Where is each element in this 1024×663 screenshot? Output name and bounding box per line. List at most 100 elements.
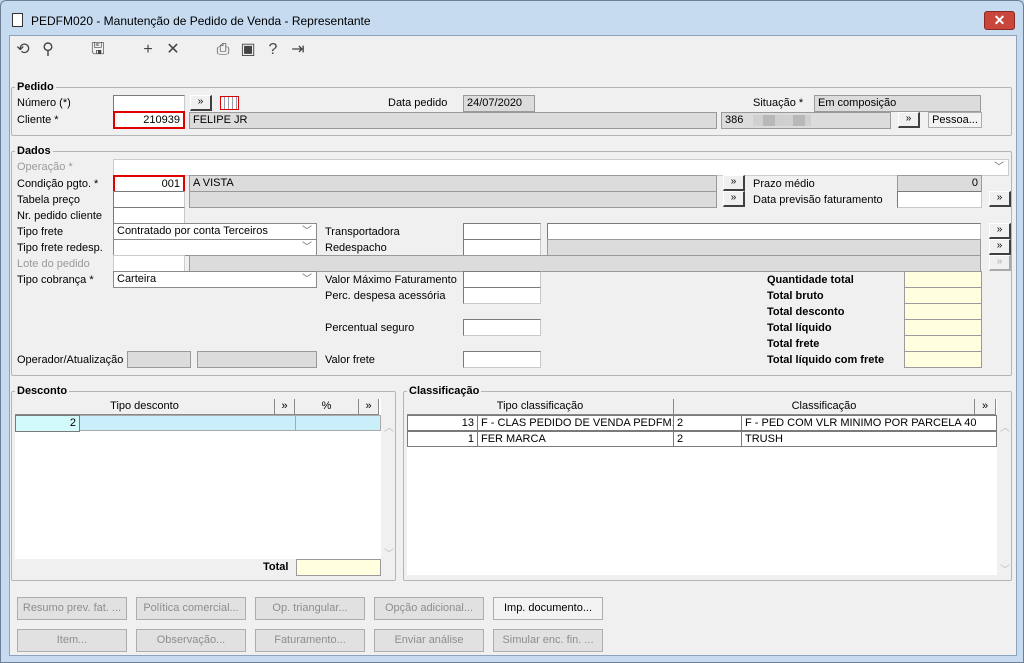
class-row-num[interactable]: 13 [407,415,478,431]
redespacho-label: Redespacho [325,242,387,254]
valor-frete-input[interactable] [463,351,541,368]
class-row-cod[interactable]: 2 [673,431,742,447]
total-label: Total líquido com frete [767,354,885,366]
desconto-row-desc[interactable] [79,415,296,431]
pessoa-button[interactable]: Pessoa... [928,112,982,128]
redespacho-input[interactable] [463,239,541,256]
delete-icon[interactable]: ✕ [163,41,183,59]
class-row-num[interactable]: 1 [407,431,478,447]
add-icon[interactable]: + [138,41,158,59]
redespacho-nome-input [547,239,981,256]
desconto-row-pct[interactable] [295,415,381,431]
cliente-codigo-input[interactable]: 210939 [113,111,185,129]
chevron-down-icon: ﹀ [302,274,312,285]
total-label: Total líquido [767,322,832,334]
total-value [904,335,982,352]
total-label: Total bruto [767,290,824,302]
action-button: Item... [17,629,127,652]
lote-lookup-button: » [989,255,1011,271]
col-tipo-desconto[interactable]: Tipo desconto [15,399,275,415]
tipo-frete-select[interactable]: Contratado por conta Terceiros ﹀ [113,223,317,240]
redacted-text [753,115,811,126]
search-icon[interactable]: ⚲ [38,41,58,59]
total-value [904,351,982,368]
condicao-label: Condição pgto. * [17,178,99,190]
col-pct[interactable]: % [295,399,359,415]
classificacao-title: Classificação [407,385,482,397]
condicao-nome-input: A VISTA [189,175,717,192]
scroll-up-icon[interactable]: ︿ [384,419,394,434]
data-pedido-label: Data pedido [388,97,448,109]
scroll-down-icon[interactable]: ﹀ [384,545,394,560]
scroll-down-icon[interactable]: ﹀ [1000,561,1010,576]
tabela-label: Tabela preço [17,194,80,206]
pedido-title: Pedido [15,81,56,93]
tipo-cobranca-select[interactable]: Carteira ﹀ [113,271,317,288]
class-row-tipo[interactable]: FER MARCA [477,431,674,447]
perc-desp-input[interactable] [463,287,541,304]
total-label: Total desconto [767,306,845,318]
situacao-label: Situação * [753,97,804,109]
desconto-total-input [296,559,381,576]
class-row-class[interactable]: TRUSH [741,431,997,447]
atualizacao-input [197,351,317,368]
perc-seguro-input[interactable] [463,319,541,336]
classificacao-lookup[interactable]: » [975,399,996,415]
nr-pedido-input[interactable] [113,207,185,224]
class-row-cod[interactable]: 2 [673,415,742,431]
exit-icon[interactable]: ⇥ [288,41,308,59]
perc-desp-label: Perc. despesa acessória [325,290,446,302]
print-icon[interactable]: ⎙ [213,41,233,59]
class-row-class[interactable]: F - PED COM VLR MINIMO POR PARCELA 40 [741,415,997,431]
data-prev-lookup-button[interactable]: » [989,191,1011,207]
operacao-select[interactable]: ﹀ [113,159,1009,176]
col-tipo-classificacao[interactable]: Tipo classificação [407,399,674,415]
pct-lookup[interactable]: » [359,399,379,415]
data-prev-label: Data previsão faturamento [753,194,883,206]
action-button[interactable]: Imp. documento... [493,597,603,620]
perc-seguro-label: Percentual seguro [325,322,415,334]
numero-lookup-button[interactable]: » [190,95,212,111]
calendar-icon[interactable]: ▣ [238,41,258,59]
refresh-icon[interactable]: ⟲ [13,41,33,59]
condicao-lookup-button[interactable]: » [723,175,745,191]
transportadora-input[interactable] [463,223,541,240]
chevron-down-icon: ﹀ [302,242,312,253]
close-button[interactable]: ✕ [984,11,1015,30]
transportadora-nome-input[interactable] [547,223,981,240]
tabela-input[interactable] [113,191,185,208]
numero-input[interactable] [113,95,185,112]
transportadora-label: Transportadora [325,226,400,238]
transportadora-lookup-button[interactable]: » [989,223,1011,239]
class-row-tipo[interactable]: F - CLAS PEDIDO DE VENDA PEDFM113 [477,415,674,431]
tipo-frete-redesp-select[interactable]: ﹀ [113,239,317,256]
col-classificacao[interactable]: Classificação [674,399,975,415]
action-button: Resumo prev. fat. ... [17,597,127,620]
action-button: Enviar análise [374,629,484,652]
lote-input [113,255,185,272]
action-button: Op. triangular... [255,597,365,620]
desconto-row-codigo[interactable]: 2 [15,415,80,432]
cliente-lookup-button[interactable]: » [898,112,920,128]
valor-max-input[interactable] [463,271,541,288]
scroll-up-icon[interactable]: ︿ [1000,419,1010,434]
calendar-icon[interactable] [220,96,239,110]
prazo-input: 0 [897,175,982,192]
prazo-label: Prazo médio [753,178,815,190]
app-icon [12,13,23,27]
save-icon[interactable]: 🖫 [88,41,108,59]
tipo-frete-label: Tipo frete [17,226,64,238]
chevron-down-icon: ﹀ [994,162,1004,173]
tabela-lookup-button[interactable]: » [723,191,745,207]
tipo-cobranca-label: Tipo cobrança * [17,274,94,286]
window: PEDFM020 - Manutenção de Pedido de Venda… [0,0,1024,663]
cliente-nome-input: FELIPE JR [189,112,717,129]
redespacho-lookup-button[interactable]: » [989,239,1011,255]
valor-frete-label: Valor frete [325,354,375,366]
help-icon[interactable]: ? [263,41,283,59]
desconto-total-label: Total [263,561,289,573]
tipo-desconto-lookup[interactable]: » [275,399,295,415]
data-prev-input[interactable] [897,191,982,208]
action-button: Faturamento... [255,629,365,652]
total-label: Total frete [767,338,820,350]
